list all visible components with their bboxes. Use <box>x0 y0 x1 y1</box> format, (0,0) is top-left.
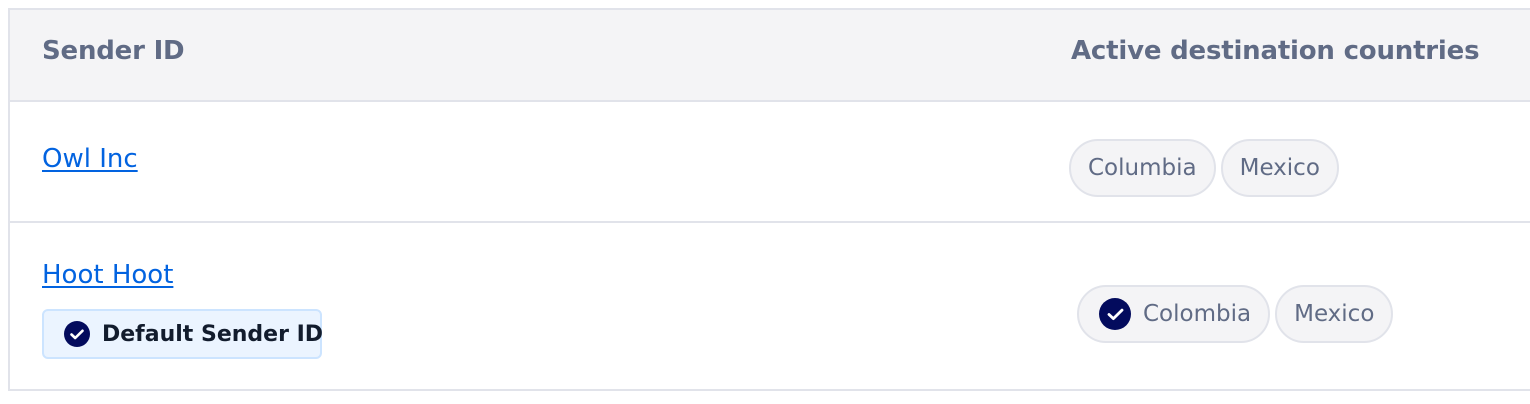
country-chip-label: Mexico <box>1239 155 1320 181</box>
country-chip-verified: Colombia <box>1077 285 1271 343</box>
country-chips: Columbia Mexico <box>1069 139 1339 197</box>
country-chips: Colombia Mexico <box>1077 285 1394 343</box>
default-sender-badge-label: Default Sender ID <box>102 321 324 347</box>
column-header-countries: Active destination countries <box>1071 36 1480 66</box>
table-row: Hoot Hoot Default Sender ID Colombia Mex… <box>10 223 1530 391</box>
country-chip: Mexico <box>1220 139 1339 197</box>
check-circle-icon <box>1099 298 1131 330</box>
check-circle-icon <box>64 321 90 347</box>
sender-id-table: Sender ID Active destination countries O… <box>8 8 1530 391</box>
country-chip-label: Mexico <box>1294 301 1375 327</box>
sender-link-hoot-hoot[interactable]: Hoot Hoot <box>42 260 173 290</box>
table-header: Sender ID Active destination countries <box>10 10 1530 102</box>
country-chip: Columbia <box>1069 139 1216 197</box>
country-chip: Mexico <box>1275 285 1394 343</box>
column-header-sender-id: Sender ID <box>42 36 185 66</box>
table-row: Owl Inc Columbia Mexico <box>10 100 1530 223</box>
sender-link-owl-inc[interactable]: Owl Inc <box>42 144 138 174</box>
country-chip-label: Columbia <box>1088 155 1197 181</box>
default-sender-badge: Default Sender ID <box>42 309 324 359</box>
country-chip-label: Colombia <box>1143 301 1252 327</box>
